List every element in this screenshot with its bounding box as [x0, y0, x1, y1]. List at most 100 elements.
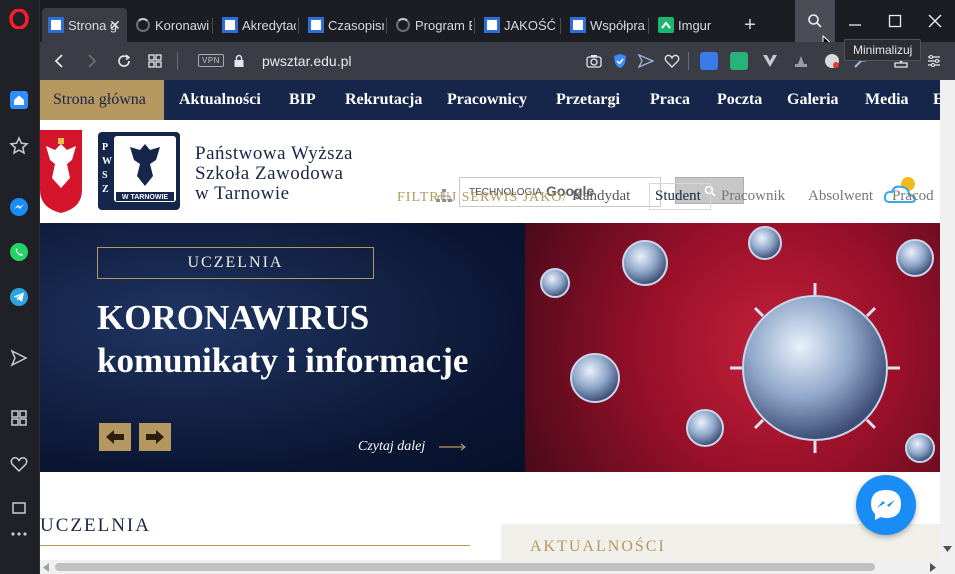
tab-label: Program E: [415, 17, 472, 33]
hero-slider: UCZELNIA KORONAWIRUS komunikaty i inform…: [40, 223, 940, 472]
whatsapp-icon[interactable]: [8, 241, 30, 263]
adblock-shield-icon[interactable]: [611, 52, 629, 70]
filter-student-selected[interactable]: Student: [649, 183, 711, 210]
slider-next-button[interactable]: [139, 423, 171, 451]
nav-praca[interactable]: Praca: [650, 80, 690, 120]
nav-pracownicy[interactable]: Pracownicy: [447, 80, 527, 120]
nav-przetargi[interactable]: Przetargi: [556, 80, 620, 120]
site-top-nav: Strona główna Aktualności BIP Rekrutacja…: [40, 80, 940, 120]
translate-extension-icon[interactable]: [700, 52, 718, 70]
messenger-icon[interactable]: [8, 196, 30, 218]
read-more-link[interactable]: Czytaj dalej: [358, 439, 467, 455]
history-icon[interactable]: [8, 497, 30, 519]
loading-spinner-icon: [136, 18, 150, 32]
pwsz-logo[interactable]: P W S Z W TARNOWIE: [98, 132, 180, 210]
pwsz-favicon-icon: [48, 17, 64, 33]
nav-galeria[interactable]: Galeria: [787, 80, 839, 120]
speed-dial-grid-icon[interactable]: [8, 407, 30, 429]
long-arrow-icon: [438, 443, 466, 451]
tab-label: Czasopism: [328, 17, 384, 33]
tab-strona-glowna[interactable]: Strona g ✕: [42, 8, 127, 42]
opera-logo-icon[interactable]: [9, 9, 29, 29]
tab-akredytacja[interactable]: Akredytac: [216, 8, 296, 42]
polish-eagle-emblem-icon: [40, 130, 82, 213]
svg-text:P: P: [102, 142, 108, 153]
clip-extension-icon[interactable]: [792, 52, 810, 70]
filter-pracodawca[interactable]: Pracod: [892, 188, 934, 205]
easy-setup-menu-icon[interactable]: [925, 52, 943, 70]
tab-wspolpraca[interactable]: Współpra: [564, 8, 646, 42]
filter-pracownik[interactable]: Pracownik: [721, 188, 785, 205]
svg-text:S: S: [102, 170, 108, 181]
send-flow-icon[interactable]: [8, 347, 30, 369]
tab-koronawirus[interactable]: Koronawirus: [130, 8, 210, 42]
reload-icon[interactable]: [115, 52, 133, 70]
send-icon[interactable]: [637, 52, 655, 70]
horizontal-scroll-thumb[interactable]: [55, 563, 875, 571]
nav-strona-glowna[interactable]: Strona główna: [40, 80, 164, 120]
forward-icon[interactable]: [83, 52, 101, 70]
svg-text:W TARNOWIE: W TARNOWIE: [122, 194, 168, 201]
messenger-chat-button[interactable]: [856, 475, 916, 535]
horizontal-scrollbar[interactable]: [40, 560, 940, 574]
vertical-scrollbar[interactable]: [940, 80, 955, 574]
nav-media[interactable]: Media: [865, 80, 909, 120]
slider-prev-button[interactable]: [99, 423, 131, 451]
tab-czasopisma[interactable]: Czasopism: [302, 8, 384, 42]
more-dots-icon[interactable]: [8, 523, 30, 545]
grammarly-extension-icon[interactable]: [730, 52, 748, 70]
imgur-favicon-icon: [658, 17, 674, 33]
nav-aktualnosci[interactable]: Aktualności: [179, 80, 261, 120]
scroll-left-arrow-icon[interactable]: [43, 563, 49, 572]
university-name[interactable]: Państwowa Wyższa Szkoła Zawodowa w Tarno…: [195, 144, 353, 204]
coronavirus-illustration: [540, 226, 935, 463]
arrow-left-icon: [106, 430, 124, 444]
tab-separator: [560, 18, 561, 34]
pwsz-favicon-icon: [484, 17, 500, 33]
messenger-icon: [871, 490, 901, 520]
section-uczelnia-heading: UCZELNIA: [40, 515, 151, 536]
close-window-button[interactable]: [915, 0, 955, 42]
tab-separator: [474, 18, 475, 34]
tab-program[interactable]: Program E: [390, 8, 472, 42]
scroll-right-arrow-icon[interactable]: [930, 563, 936, 572]
section-aktualnosci-heading: AKTUALNOŚCI: [530, 538, 666, 555]
tab-label: Akredytac: [242, 17, 296, 33]
toolbar-divider: [177, 52, 178, 70]
hero-subtitle[interactable]: komunikaty i informacje: [97, 341, 468, 381]
minimize-button[interactable]: [835, 0, 875, 42]
maximize-button[interactable]: [875, 0, 915, 42]
opera-sidebar: [0, 0, 40, 574]
vivaldi-extension-icon[interactable]: [761, 52, 779, 70]
profile-extension-icon[interactable]: [823, 52, 841, 70]
nav-bip[interactable]: BIP: [289, 80, 316, 120]
section-divider: [40, 545, 470, 546]
new-tab-plus-icon[interactable]: +: [740, 14, 760, 37]
tab-separator: [648, 18, 649, 34]
heart-icon[interactable]: [8, 453, 30, 475]
bookmarks-star-icon[interactable]: [8, 135, 30, 157]
lock-icon[interactable]: [230, 52, 248, 70]
nav-rekrutacja[interactable]: Rekrutacja: [345, 80, 422, 120]
camera-snapshot-icon[interactable]: [585, 52, 603, 70]
tab-jakosc[interactable]: JAKOŚĆ K: [478, 8, 558, 42]
tab-imgur[interactable]: Imgur: [652, 8, 730, 42]
telegram-icon[interactable]: [8, 286, 30, 308]
nav-more[interactable]: E: [933, 80, 940, 120]
back-icon[interactable]: [50, 52, 68, 70]
tabs-grid-icon[interactable]: [146, 52, 164, 70]
scroll-down-arrow-icon[interactable]: [943, 546, 952, 552]
read-more-label: Czytaj dalej: [358, 439, 426, 454]
nav-poczta[interactable]: Poczta: [717, 80, 762, 120]
browser-window: Strona g ✕ Koronawirus Akredytac Czasopi…: [0, 0, 955, 574]
filter-kandydat[interactable]: Kandydat: [572, 188, 630, 205]
pwsz-favicon-icon: [222, 17, 238, 33]
home-icon[interactable]: [8, 89, 30, 111]
vpn-badge[interactable]: VPN: [198, 54, 224, 67]
bookmark-heart-icon[interactable]: [663, 52, 681, 70]
university-name-line1: Państwowa Wyższa: [195, 143, 353, 164]
filter-absolwent[interactable]: Absolwent: [808, 188, 873, 205]
close-tab-icon[interactable]: ✕: [107, 17, 123, 33]
url-text[interactable]: pwsztar.edu.pl: [262, 53, 352, 69]
hero-title[interactable]: KORONAWIRUS: [97, 299, 369, 337]
